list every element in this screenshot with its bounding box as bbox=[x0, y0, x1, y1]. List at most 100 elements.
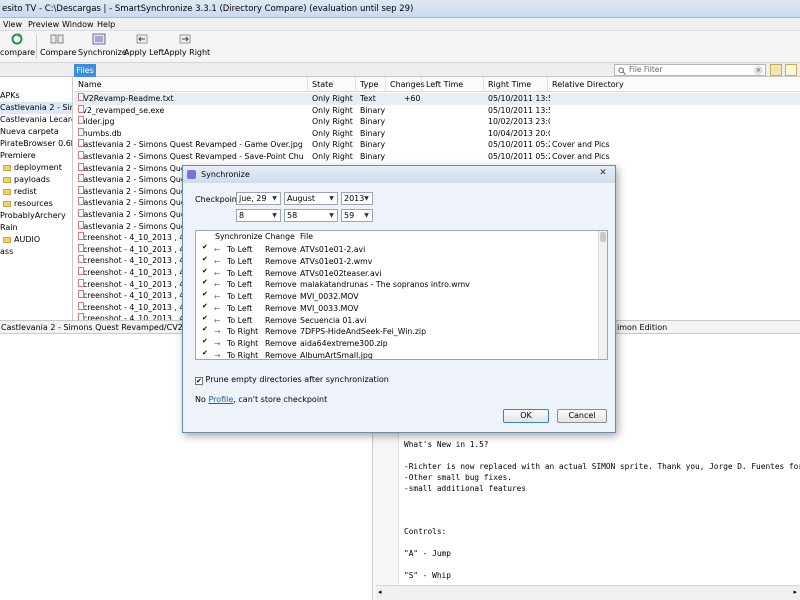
sync-row-checkbox[interactable]: ✔ bbox=[202, 244, 209, 251]
profile-link[interactable]: Profile bbox=[208, 395, 233, 404]
scroll-right-icon[interactable]: ▸ bbox=[793, 588, 797, 596]
sync-cell-dir: To Left bbox=[227, 292, 253, 301]
cancel-button[interactable]: Cancel bbox=[557, 409, 607, 423]
file-row[interactable]: CV2Revamp-Readme.txt Only Right Text +60 05/… bbox=[74, 93, 800, 105]
tab-files[interactable]: Files bbox=[74, 64, 96, 77]
scroll-left-icon[interactable]: ◂ bbox=[378, 588, 382, 596]
sync-row-checkbox[interactable]: ✔ bbox=[202, 291, 209, 298]
sync-row[interactable]: ✔ → To Right Remove aida64extreme300.zip bbox=[196, 338, 596, 350]
sync-row[interactable]: ✔ ← To Left Remove MVI_0032.MOV bbox=[196, 291, 596, 303]
filter-toggle-button[interactable] bbox=[785, 64, 797, 76]
file-icon bbox=[78, 232, 84, 241]
hour-select[interactable]: 8 ▼ bbox=[236, 209, 281, 222]
prune-checkbox[interactable]: ✔ bbox=[195, 377, 203, 385]
column-synchronize[interactable]: Synchronize bbox=[215, 231, 263, 243]
apply-right-button[interactable]: Apply Right bbox=[164, 33, 210, 61]
tree-item[interactable]: Castlevania Lecarde bbox=[0, 114, 72, 126]
column-change[interactable]: Change bbox=[265, 231, 295, 243]
file-icon bbox=[78, 267, 84, 275]
file-filter-input[interactable]: File Filter ✕ bbox=[614, 64, 766, 76]
text-line: What's New in 1.5? bbox=[404, 440, 489, 449]
minute-select[interactable]: 58 ▼ bbox=[284, 209, 338, 222]
sync-row[interactable]: ✔ ← To Left Remove Secuencia 01.avi bbox=[196, 315, 596, 327]
file-cell-type: Binary bbox=[360, 152, 386, 161]
column-name[interactable]: Name bbox=[74, 77, 308, 92]
sync-row[interactable]: ✔ ← To Left Remove ATVs01e02teaser.avi bbox=[196, 268, 596, 280]
tree-item[interactable]: AUDIO bbox=[0, 234, 72, 246]
sync-row[interactable]: ✔ ← To Left Remove ATVs01e01-2.avi bbox=[196, 244, 596, 256]
year-select[interactable]: 2013 ▼ bbox=[341, 192, 373, 205]
column-state[interactable]: State bbox=[308, 77, 356, 92]
text-line: -Richter is now replaced with an actual … bbox=[404, 461, 800, 471]
menu-window[interactable]: Window bbox=[62, 19, 94, 30]
column-left-time[interactable]: Left Time bbox=[422, 77, 484, 92]
text-line: "A" - Jump bbox=[404, 549, 451, 558]
tree-item[interactable]: PirateBrowser 0.6b bbox=[0, 138, 72, 150]
second-select[interactable]: 59 ▼ bbox=[341, 209, 373, 222]
column-relative-directory[interactable]: Relative Directory bbox=[548, 77, 800, 92]
file-icon bbox=[78, 220, 84, 229]
file-row[interactable]: folder.jpg Only Right Binary 10/02/2013 23:… bbox=[74, 116, 800, 128]
menu-help[interactable]: Help bbox=[97, 19, 115, 30]
compare-partial-button[interactable]: compare bbox=[0, 33, 35, 61]
column-type[interactable]: Type bbox=[356, 77, 386, 92]
sync-row[interactable]: ✔ → To Right Remove 7DFPS-HideAndSeek-Fei_Wi… bbox=[196, 326, 596, 338]
scroll-thumb[interactable] bbox=[600, 232, 606, 242]
tree-item[interactable]: resources bbox=[0, 198, 72, 210]
file-row[interactable]: cv2_revamped_se.exe Only Right Binary 05/10… bbox=[74, 104, 800, 117]
sync-row[interactable]: ✔ ← To Left Remove malakatandrunas - The sop… bbox=[196, 279, 596, 291]
tree-item[interactable]: payloads bbox=[0, 174, 72, 186]
column-right-time[interactable]: Right Time bbox=[484, 77, 548, 92]
sync-row-checkbox[interactable]: ✔ bbox=[202, 268, 209, 275]
filter-options-button[interactable] bbox=[770, 64, 782, 76]
sync-row-checkbox[interactable]: ✔ bbox=[202, 315, 209, 322]
column-file[interactable]: File bbox=[300, 231, 313, 243]
menu-preview[interactable]: Preview bbox=[28, 19, 59, 30]
tree-item[interactable]: Rain bbox=[0, 222, 72, 234]
sync-row-checkbox[interactable]: ✔ bbox=[202, 350, 209, 357]
sync-row[interactable]: ✔ ← To Left Remove ATVs01e01-2.wmv bbox=[196, 256, 596, 268]
menu-view[interactable]: View bbox=[3, 19, 22, 30]
file-row[interactable]: Castlevania 2 - Simons Quest Revamped - … bbox=[74, 139, 800, 151]
sync-row-checkbox[interactable]: ✔ bbox=[202, 279, 209, 286]
sync-row-checkbox[interactable]: ✔ bbox=[202, 338, 209, 345]
column-changes[interactable]: Changes bbox=[386, 77, 425, 92]
prune-label: Prune empty directories after synchroniz… bbox=[205, 375, 389, 384]
file-icon bbox=[78, 243, 84, 252]
file-row[interactable]: Thumbs.db Only Right Binary 10/04/2013 20:0… bbox=[74, 127, 800, 140]
folder-icon bbox=[3, 165, 11, 171]
sync-row-checkbox[interactable]: ✔ bbox=[202, 256, 209, 263]
sync-cell-file: ATVs01e01-2.wmv bbox=[300, 256, 373, 266]
tree-item[interactable]: APKs bbox=[0, 90, 72, 102]
sync-cell-dir: To Left bbox=[227, 315, 253, 325]
app-icon bbox=[187, 170, 196, 179]
sync-row-checkbox[interactable]: ✔ bbox=[202, 326, 209, 333]
window-title: esito TV - C:\Descargas | - SmartSynchro… bbox=[0, 0, 800, 18]
tree-item[interactable]: redist bbox=[0, 186, 72, 198]
clear-filter-icon[interactable]: ✕ bbox=[754, 66, 763, 75]
sync-row[interactable]: ✔ → To Right Remove AlbumArtSmall.jpg bbox=[196, 350, 596, 359]
day-select[interactable]: jue, 29 ▼ bbox=[236, 192, 281, 205]
tree-item[interactable]: ass bbox=[0, 246, 72, 258]
synchronize-button[interactable]: Synchronize bbox=[78, 33, 127, 61]
sync-row-checkbox[interactable]: ✔ bbox=[202, 303, 209, 310]
horizontal-scrollbar[interactable]: ◂ ▸ bbox=[376, 585, 800, 600]
tree-item[interactable]: Castlevania 2 - Simons bbox=[0, 102, 72, 114]
tree-item[interactable]: Premiere bbox=[0, 150, 72, 162]
tab-bar: Files File Filter ✕ bbox=[0, 63, 800, 77]
tree-item[interactable]: deployment bbox=[0, 162, 72, 174]
ok-button[interactable]: OK bbox=[503, 409, 549, 423]
tree-item[interactable]: Nueva carpeta bbox=[0, 126, 72, 138]
close-icon[interactable]: ✕ bbox=[597, 168, 609, 180]
tree-item[interactable]: ProbablyArchery bbox=[0, 210, 72, 222]
apply-left-button[interactable]: Apply Left bbox=[124, 33, 164, 61]
vertical-scrollbar[interactable] bbox=[598, 231, 607, 359]
file-row[interactable]: Castlevania 2 - Simons Quest Revamped - … bbox=[74, 151, 800, 163]
sync-row[interactable]: ✔ ← To Left Remove MVI_0033.MOV bbox=[196, 303, 596, 315]
file-cell-state: Only Right bbox=[312, 140, 353, 150]
file-cell-type: Text bbox=[360, 94, 376, 103]
month-select[interactable]: August ▼ bbox=[284, 192, 338, 205]
compare-button[interactable]: Compare bbox=[40, 33, 76, 61]
sync-cell-file: MVI_0033.MOV bbox=[300, 303, 359, 313]
prune-option[interactable]: ✔ Prune empty directories after synchron… bbox=[195, 375, 389, 385]
